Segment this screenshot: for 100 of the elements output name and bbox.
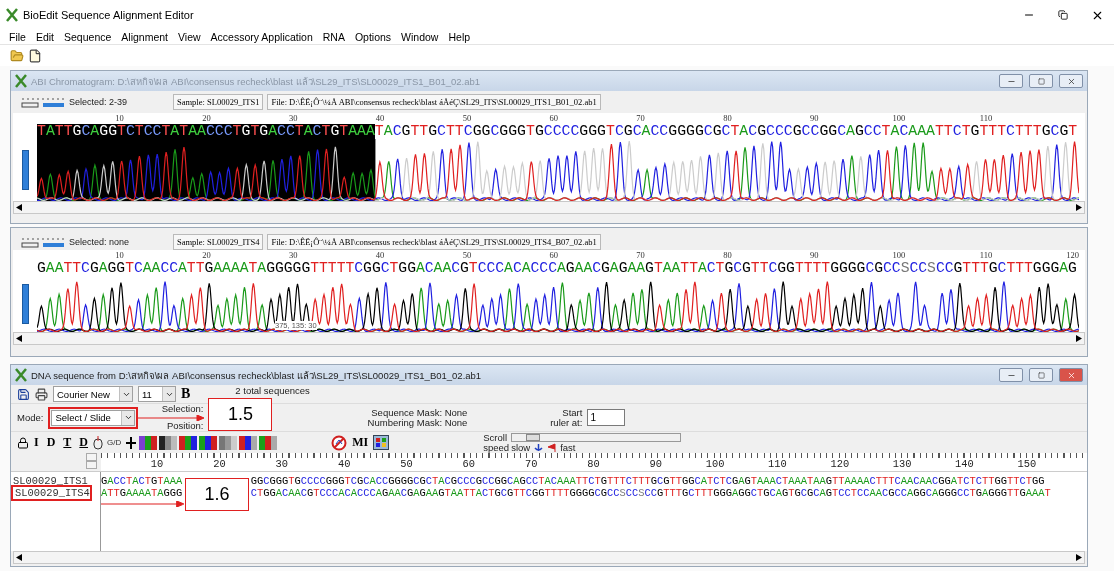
start-label: Start: [562, 407, 583, 418]
numbering-mask-label: Numbering Mask: None: [367, 417, 468, 428]
color-scheme-icon[interactable]: [219, 435, 238, 450]
toolbar-button[interactable]: I: [31, 435, 42, 450]
base-position-number: 80: [722, 250, 732, 261]
sequence-mask-label: Sequence Mask: None: [371, 407, 468, 418]
file-field: File: D:\ÊË¡Ô¨\¼Å ABI\consensus recheck\blast áÅéÇ\SL29_ITS\SL00029_ITS1_B01_02.ab1: [267, 94, 601, 110]
toolbar-button[interactable]: MI: [349, 435, 372, 450]
maximize-icon: [1037, 371, 1045, 379]
base-position-number: 10: [114, 113, 124, 124]
selection-label: Selected: 2-39: [69, 97, 129, 107]
menu-item[interactable]: Options: [349, 31, 397, 43]
sequence-text: ATTGAAAATAGGG: [101, 487, 183, 499]
scale-ruler-icon[interactable]: [21, 96, 65, 108]
scroll-right-icon[interactable]: [1076, 335, 1082, 342]
toolbar-button[interactable]: T: [60, 435, 75, 450]
close-button[interactable]: [1059, 368, 1083, 382]
start-ruler-field[interactable]: 1: [587, 409, 626, 426]
toolbar-button[interactable]: G/D: [105, 438, 124, 447]
minimize-button[interactable]: [999, 74, 1023, 88]
menu-item[interactable]: View: [173, 31, 206, 43]
position-label: Position:: [166, 421, 204, 431]
menu-item[interactable]: Window: [396, 31, 444, 43]
toolbar-button[interactable]: D: [76, 435, 92, 450]
toolbar-button[interactable]: D: [43, 435, 59, 450]
menu-item[interactable]: Edit: [30, 31, 59, 43]
base-position-number: 120: [1065, 250, 1079, 261]
base-position-number: 40: [374, 113, 385, 124]
menu-item[interactable]: Help: [443, 31, 476, 43]
sample-field: Sample: SL00029_ITS1: [173, 94, 264, 110]
app-logo-icon: [15, 368, 27, 382]
menu-item[interactable]: File: [4, 31, 31, 43]
scroll-label: Scroll: [483, 432, 508, 443]
color-scheme-icon[interactable]: [179, 435, 198, 450]
scale-ruler-icon[interactable]: [21, 236, 65, 248]
base-position-number: 100: [891, 250, 906, 261]
dropdown-caret-icon: [123, 413, 133, 422]
base-position-number: 60: [548, 250, 558, 261]
base-position-number: 50: [461, 113, 472, 124]
lock-icon[interactable]: [17, 436, 29, 449]
menu-item[interactable]: Alignment: [116, 31, 173, 43]
app-logo-icon: [15, 74, 27, 88]
scroll-right-icon[interactable]: [1076, 204, 1082, 211]
color-scheme-icon[interactable]: [159, 435, 178, 450]
ruler-at-label: ruler at:: [550, 417, 583, 428]
slider-thumb[interactable]: [525, 433, 540, 441]
base-position-number: 110: [978, 250, 993, 261]
close-button[interactable]: [1059, 74, 1083, 88]
selected-base-calls: TATTGCAGGTCTCCTATAACCCTGTGACCTACTGTAAA: [37, 124, 375, 139]
base-position-number: 20: [201, 250, 211, 261]
horizontal-scrollbar[interactable]: [13, 551, 1085, 564]
sequence-text: GGCGGGTGCCCCGGGTCGCACCGGGGCGCTACGCCCGCCGGCAGCCTACAAATTCTGTTTCTTTGCGTTGGCATCTCGAGTAAACTAAATAAGTTAAAACTTTCAACAACGGATCTCTTGGTTCTGG: [250, 475, 1045, 487]
no-entry-icon[interactable]: [331, 434, 348, 451]
maximize-button[interactable]: [1029, 74, 1053, 88]
maximize-button[interactable]: [1029, 368, 1053, 382]
base-position-number: 50: [461, 250, 472, 261]
selection-label: Selection:: [161, 404, 204, 414]
app-title: BioEdit Sequence Alignment Editor: [23, 9, 195, 21]
horizontal-scrollbar[interactable]: [13, 332, 1085, 345]
restore-icon: [1058, 10, 1068, 20]
color-scheme-icon[interactable]: [199, 435, 218, 450]
grid-icon[interactable]: [373, 435, 390, 450]
menu-item[interactable]: Accessory Application: [205, 31, 318, 43]
cross-icon[interactable]: [125, 436, 138, 449]
menu-item[interactable]: RNA: [317, 31, 350, 43]
base-position-number: 70: [635, 113, 645, 124]
bold-button[interactable]: B: [181, 386, 191, 402]
new-file-icon[interactable]: [28, 48, 42, 63]
print-icon[interactable]: [35, 387, 48, 401]
scroll-right-icon[interactable]: [1076, 554, 1082, 561]
file-field: File: D:\ÊË¡Ô¨\¼Å ABI\consensus recheck\blast áÅéÇ\SL29_ITS\SL00029_ITS4_B07_02.ab1: [267, 234, 601, 250]
sequence-name[interactable]: SL00029_ITS4: [13, 487, 90, 499]
horizontal-scrollbar[interactable]: [13, 201, 1085, 214]
color-scheme-icon[interactable]: [139, 435, 158, 450]
base-position-number: 30: [288, 113, 298, 124]
base-position-number: 30: [288, 250, 298, 261]
fast-label: fast: [560, 442, 576, 453]
sequence-text: CTGGACAACGTCCCACACCCAGAACGAGAAGTAATTACTGCGTTCGGTTTTGGGGCGCCSCCSCCGTTTGCTTTGGGAGGCTGCAGTGCGCAGTCCTCCAACGCCAGGCAGGGCCTGAGGGTTGAAAT: [250, 487, 1051, 499]
scroll-left-icon[interactable]: [16, 335, 22, 342]
scroll-left-icon[interactable]: [16, 554, 22, 561]
minimize-button[interactable]: [999, 368, 1023, 382]
annotation-label: 1.5: [208, 398, 273, 431]
font-size-select[interactable]: 11: [138, 386, 176, 402]
mode-select[interactable]: Select / Slide: [51, 409, 136, 426]
scroll-left-icon[interactable]: [16, 204, 22, 211]
sample-field: Sample: SL00029_ITS4: [173, 234, 264, 250]
base-position-number: 70: [635, 250, 645, 261]
color-scheme-icon[interactable]: [239, 435, 258, 450]
save-icon[interactable]: [17, 387, 30, 401]
font-select[interactable]: Courier New: [53, 386, 133, 402]
slow-label: slow: [511, 442, 531, 453]
sequence-name[interactable]: SL00029_ITS1: [11, 475, 88, 487]
mode-label: Mode:: [17, 412, 44, 423]
menu-item[interactable]: Sequence: [59, 31, 117, 43]
mouse-icon[interactable]: [93, 435, 104, 450]
app-logo-icon: [6, 8, 18, 22]
position-ruler: 10 20 30 40 50 60 70 80 90 100 110 120 130 140 150: [101, 453, 1087, 471]
color-scheme-icon[interactable]: [259, 435, 278, 450]
selection-label: Selected: none: [69, 237, 131, 247]
scroll-speed-slider[interactable]: [511, 432, 682, 442]
